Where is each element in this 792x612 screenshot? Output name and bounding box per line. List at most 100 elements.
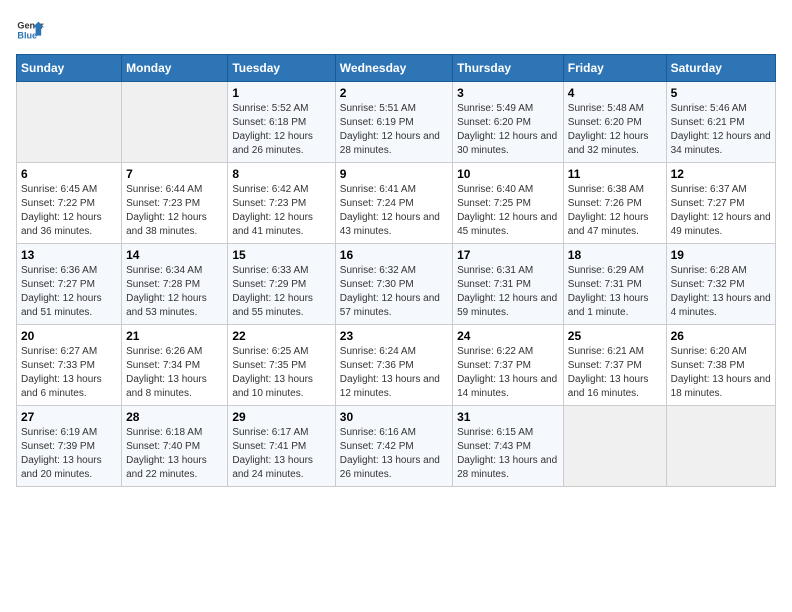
- day-info: Sunrise: 6:22 AM Sunset: 7:37 PM Dayligh…: [457, 345, 559, 401]
- sunrise-text: Sunrise: 5:51 AM: [340, 103, 416, 114]
- calendar-week-row: 6 Sunrise: 6:45 AM Sunset: 7:22 PM Dayli…: [17, 163, 776, 244]
- daylight-text: Daylight: 12 hours and 34 minutes.: [671, 131, 771, 156]
- sunset-text: Sunset: 7:42 PM: [340, 441, 414, 452]
- sunset-text: Sunset: 7:34 PM: [126, 360, 200, 371]
- calendar-cell: 22 Sunrise: 6:25 AM Sunset: 7:35 PM Dayl…: [228, 325, 335, 406]
- day-info: Sunrise: 6:15 AM Sunset: 7:43 PM Dayligh…: [457, 426, 559, 482]
- sunrise-text: Sunrise: 6:15 AM: [457, 427, 533, 438]
- sunset-text: Sunset: 7:27 PM: [21, 279, 95, 290]
- sunrise-text: Sunrise: 6:17 AM: [232, 427, 308, 438]
- day-info: Sunrise: 6:29 AM Sunset: 7:31 PM Dayligh…: [568, 264, 662, 320]
- sunrise-text: Sunrise: 6:28 AM: [671, 265, 747, 276]
- daylight-text: Daylight: 13 hours and 20 minutes.: [21, 455, 102, 480]
- day-info: Sunrise: 6:27 AM Sunset: 7:33 PM Dayligh…: [21, 345, 117, 401]
- sunrise-text: Sunrise: 6:16 AM: [340, 427, 416, 438]
- sunset-text: Sunset: 7:25 PM: [457, 198, 531, 209]
- daylight-text: Daylight: 13 hours and 28 minutes.: [457, 455, 557, 480]
- day-number: 9: [340, 167, 448, 181]
- day-number: 30: [340, 410, 448, 424]
- calendar-cell: 18 Sunrise: 6:29 AM Sunset: 7:31 PM Dayl…: [563, 244, 666, 325]
- day-number: 18: [568, 248, 662, 262]
- day-number: 26: [671, 329, 771, 343]
- sunrise-text: Sunrise: 6:18 AM: [126, 427, 202, 438]
- sunrise-text: Sunrise: 6:32 AM: [340, 265, 416, 276]
- daylight-text: Daylight: 13 hours and 12 minutes.: [340, 374, 440, 399]
- calendar-week-row: 13 Sunrise: 6:36 AM Sunset: 7:27 PM Dayl…: [17, 244, 776, 325]
- calendar-cell: 2 Sunrise: 5:51 AM Sunset: 6:19 PM Dayli…: [335, 82, 452, 163]
- calendar-cell: 12 Sunrise: 6:37 AM Sunset: 7:27 PM Dayl…: [666, 163, 775, 244]
- sunset-text: Sunset: 7:23 PM: [126, 198, 200, 209]
- daylight-text: Daylight: 12 hours and 41 minutes.: [232, 212, 313, 237]
- day-info: Sunrise: 6:32 AM Sunset: 7:30 PM Dayligh…: [340, 264, 448, 320]
- daylight-text: Daylight: 12 hours and 28 minutes.: [340, 131, 440, 156]
- daylight-text: Daylight: 12 hours and 43 minutes.: [340, 212, 440, 237]
- day-info: Sunrise: 6:16 AM Sunset: 7:42 PM Dayligh…: [340, 426, 448, 482]
- daylight-text: Daylight: 12 hours and 57 minutes.: [340, 293, 440, 318]
- sunrise-text: Sunrise: 6:27 AM: [21, 346, 97, 357]
- sunrise-text: Sunrise: 6:21 AM: [568, 346, 644, 357]
- sunset-text: Sunset: 7:41 PM: [232, 441, 306, 452]
- day-number: 12: [671, 167, 771, 181]
- day-info: Sunrise: 6:26 AM Sunset: 7:34 PM Dayligh…: [126, 345, 223, 401]
- sunset-text: Sunset: 7:22 PM: [21, 198, 95, 209]
- day-info: Sunrise: 6:45 AM Sunset: 7:22 PM Dayligh…: [21, 183, 117, 239]
- daylight-text: Daylight: 12 hours and 32 minutes.: [568, 131, 649, 156]
- sunrise-text: Sunrise: 6:29 AM: [568, 265, 644, 276]
- sunset-text: Sunset: 6:18 PM: [232, 117, 306, 128]
- daylight-text: Daylight: 12 hours and 30 minutes.: [457, 131, 557, 156]
- day-info: Sunrise: 5:49 AM Sunset: 6:20 PM Dayligh…: [457, 102, 559, 158]
- page-header: General Blue: [16, 16, 776, 44]
- sunrise-text: Sunrise: 5:48 AM: [568, 103, 644, 114]
- sunrise-text: Sunrise: 6:38 AM: [568, 184, 644, 195]
- daylight-text: Daylight: 13 hours and 24 minutes.: [232, 455, 313, 480]
- calendar-week-row: 20 Sunrise: 6:27 AM Sunset: 7:33 PM Dayl…: [17, 325, 776, 406]
- day-info: Sunrise: 5:48 AM Sunset: 6:20 PM Dayligh…: [568, 102, 662, 158]
- sunset-text: Sunset: 7:28 PM: [126, 279, 200, 290]
- sunrise-text: Sunrise: 6:20 AM: [671, 346, 747, 357]
- logo: General Blue: [16, 16, 44, 44]
- day-number: 24: [457, 329, 559, 343]
- day-info: Sunrise: 6:34 AM Sunset: 7:28 PM Dayligh…: [126, 264, 223, 320]
- calendar-cell: 17 Sunrise: 6:31 AM Sunset: 7:31 PM Dayl…: [453, 244, 564, 325]
- sunset-text: Sunset: 7:36 PM: [340, 360, 414, 371]
- calendar-cell: 26 Sunrise: 6:20 AM Sunset: 7:38 PM Dayl…: [666, 325, 775, 406]
- day-number: 13: [21, 248, 117, 262]
- day-info: Sunrise: 5:52 AM Sunset: 6:18 PM Dayligh…: [232, 102, 330, 158]
- day-info: Sunrise: 6:36 AM Sunset: 7:27 PM Dayligh…: [21, 264, 117, 320]
- weekday-header-tuesday: Tuesday: [228, 55, 335, 82]
- calendar-cell: 8 Sunrise: 6:42 AM Sunset: 7:23 PM Dayli…: [228, 163, 335, 244]
- sunset-text: Sunset: 7:43 PM: [457, 441, 531, 452]
- day-number: 20: [21, 329, 117, 343]
- sunrise-text: Sunrise: 6:37 AM: [671, 184, 747, 195]
- daylight-text: Daylight: 12 hours and 51 minutes.: [21, 293, 102, 318]
- sunrise-text: Sunrise: 6:44 AM: [126, 184, 202, 195]
- calendar-cell: 10 Sunrise: 6:40 AM Sunset: 7:25 PM Dayl…: [453, 163, 564, 244]
- day-number: 15: [232, 248, 330, 262]
- day-number: 11: [568, 167, 662, 181]
- calendar-cell: 25 Sunrise: 6:21 AM Sunset: 7:37 PM Dayl…: [563, 325, 666, 406]
- day-number: 2: [340, 86, 448, 100]
- day-number: 1: [232, 86, 330, 100]
- daylight-text: Daylight: 13 hours and 8 minutes.: [126, 374, 207, 399]
- sunrise-text: Sunrise: 6:40 AM: [457, 184, 533, 195]
- calendar-cell: 20 Sunrise: 6:27 AM Sunset: 7:33 PM Dayl…: [17, 325, 122, 406]
- sunrise-text: Sunrise: 6:25 AM: [232, 346, 308, 357]
- day-info: Sunrise: 6:19 AM Sunset: 7:39 PM Dayligh…: [21, 426, 117, 482]
- sunrise-text: Sunrise: 6:42 AM: [232, 184, 308, 195]
- calendar-cell: 27 Sunrise: 6:19 AM Sunset: 7:39 PM Dayl…: [17, 406, 122, 487]
- calendar-header: SundayMondayTuesdayWednesdayThursdayFrid…: [17, 55, 776, 82]
- svg-text:Blue: Blue: [17, 30, 37, 40]
- day-number: 6: [21, 167, 117, 181]
- sunrise-text: Sunrise: 5:52 AM: [232, 103, 308, 114]
- sunrise-text: Sunrise: 5:49 AM: [457, 103, 533, 114]
- calendar-cell: 9 Sunrise: 6:41 AM Sunset: 7:24 PM Dayli…: [335, 163, 452, 244]
- calendar-cell: 23 Sunrise: 6:24 AM Sunset: 7:36 PM Dayl…: [335, 325, 452, 406]
- sunrise-text: Sunrise: 6:33 AM: [232, 265, 308, 276]
- sunset-text: Sunset: 7:23 PM: [232, 198, 306, 209]
- daylight-text: Daylight: 13 hours and 18 minutes.: [671, 374, 771, 399]
- calendar-cell: [563, 406, 666, 487]
- day-number: 3: [457, 86, 559, 100]
- weekday-header-saturday: Saturday: [666, 55, 775, 82]
- calendar-cell: 28 Sunrise: 6:18 AM Sunset: 7:40 PM Dayl…: [122, 406, 228, 487]
- sunset-text: Sunset: 7:30 PM: [340, 279, 414, 290]
